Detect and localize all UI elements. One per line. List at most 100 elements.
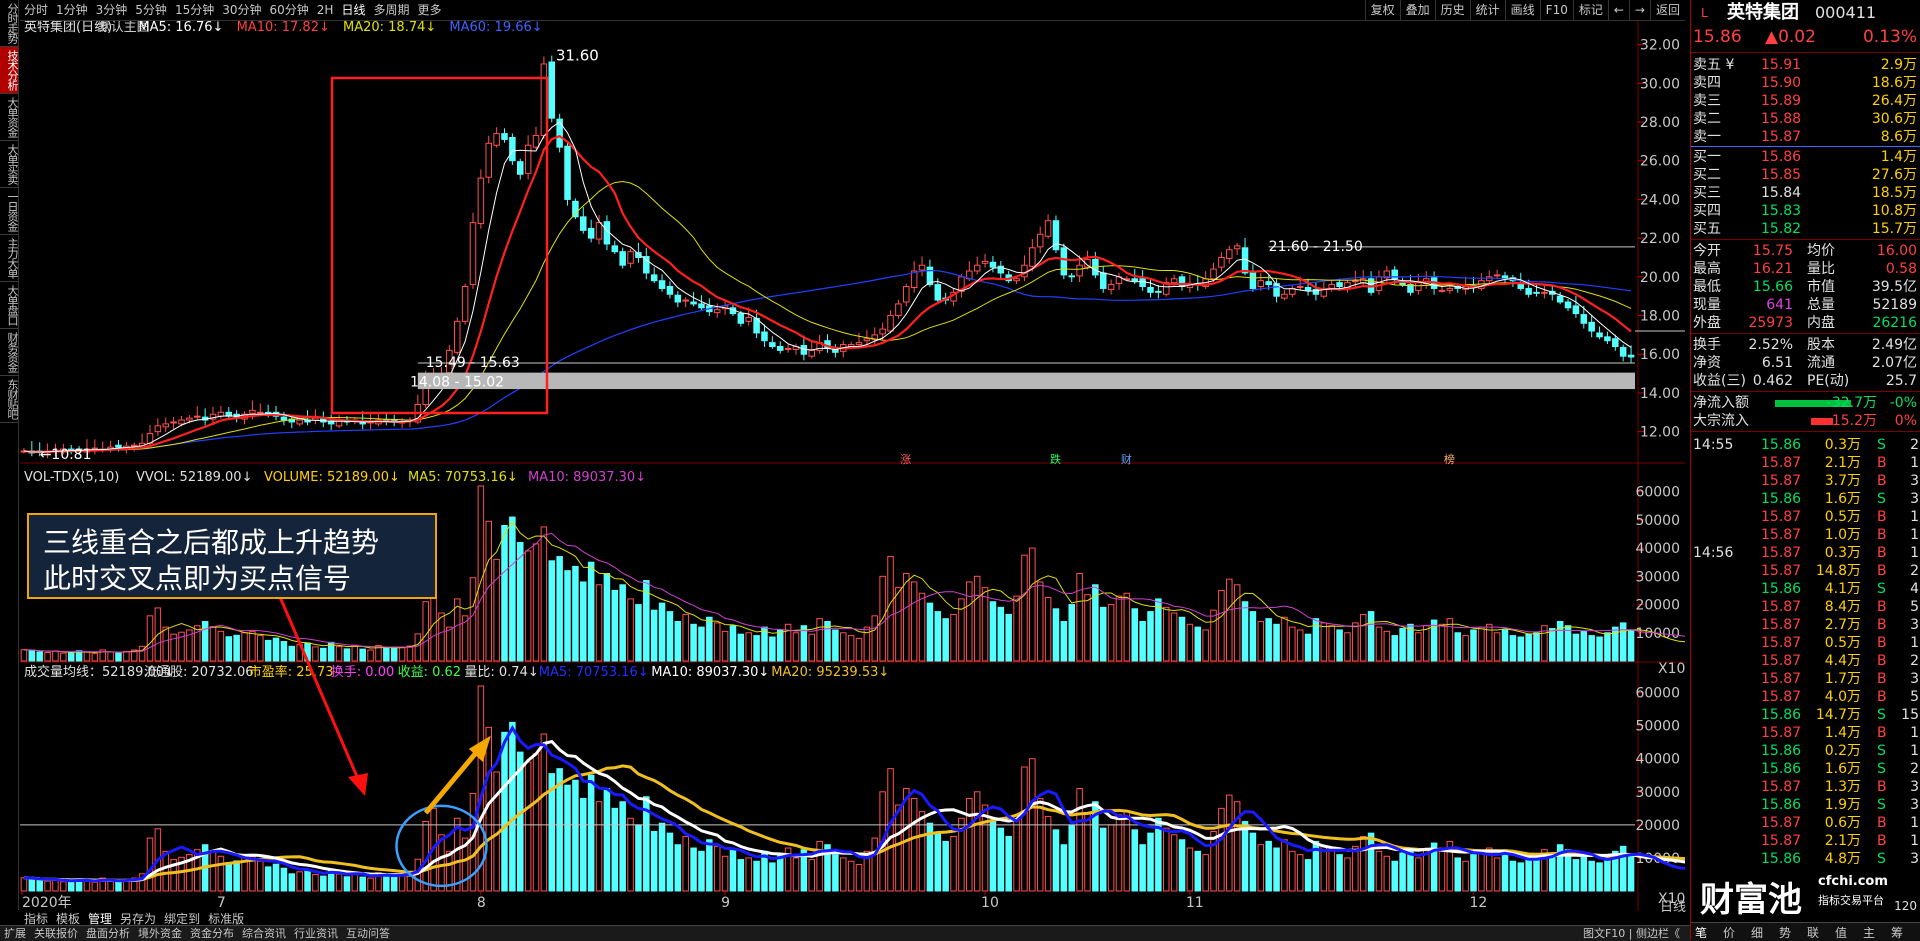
tick-row: 15.87 4.4万 B 2 (1691, 652, 1920, 670)
volume-bar (1525, 633, 1532, 662)
left-tab-6[interactable]: 大单盘口 (0, 282, 19, 329)
status-item-3[interactable]: 境外资金 (134, 926, 186, 941)
period-tab-10[interactable]: 更多 (413, 0, 445, 20)
stat-value: 2.52% (1748, 337, 1793, 353)
toolbar-button-5[interactable]: F10 (1539, 0, 1573, 20)
panel-tab-4[interactable]: 联 (1807, 924, 1819, 941)
panel-tab-0[interactable]: 笔 (1695, 924, 1707, 941)
stock-chart[interactable]: 12.00 14.00 16.00 18.00 20.00 22.00 24.00 26.00… (20, 21, 1685, 911)
period-tab-4[interactable]: 15分钟 (171, 0, 218, 20)
panel-tab-2[interactable]: 细 (1751, 924, 1763, 941)
toolbar-button-6[interactable]: 标记 (1572, 0, 1608, 20)
period-tab-5[interactable]: 30分钟 (218, 0, 265, 20)
volume-bar (1391, 635, 1398, 662)
left-tab-2[interactable]: 大单资金 (0, 94, 19, 141)
cjl-volume-bar (509, 721, 516, 892)
status-item-2[interactable]: 盘面分析 (82, 926, 134, 941)
volume-bar (666, 611, 674, 662)
volume-bar (942, 618, 949, 662)
panel-tab-7[interactable]: 筹 (1891, 924, 1903, 941)
left-tab-3[interactable]: 大单买卖 (0, 141, 19, 188)
tick-side: B (1877, 833, 1887, 849)
period-tab-1[interactable]: 1分钟 (52, 0, 92, 20)
nav-button-2[interactable]: 返回 (1649, 0, 1685, 20)
volume-bar (469, 577, 477, 662)
period-tab-7[interactable]: 2H (313, 0, 338, 20)
volume-bar (1556, 620, 1564, 662)
volume-bar (91, 653, 99, 662)
toolbar-button-2[interactable]: 历史 (1434, 0, 1470, 20)
left-tab-1[interactable]: 技术分析 (0, 47, 19, 94)
tick-row: 15.87 0.5万 B 1 (1691, 508, 1920, 526)
cjl-volume-bar (769, 862, 776, 892)
toolbar-button-3[interactable]: 统计 (1469, 0, 1505, 20)
volume-bar (753, 635, 760, 662)
left-tab-4[interactable]: 一日资金 (0, 188, 19, 235)
panel-tab-3[interactable]: 势 (1779, 924, 1791, 941)
status-item-5[interactable]: 综合资讯 (238, 926, 290, 941)
tick-row: 14:55 15.86 0.3万 S 2 (1691, 436, 1920, 454)
status-item-7[interactable]: 互动问答 (342, 926, 394, 941)
tick-volume: 1.0万 (1824, 527, 1861, 543)
panel-tab-1[interactable]: 价 (1723, 924, 1735, 941)
status-item-1[interactable]: 关联报价 (30, 926, 82, 941)
last-price: 15.86 (1693, 27, 1742, 47)
toolbar-button-4[interactable]: 画线 (1504, 0, 1540, 20)
bid-row: 买三 15.84 18.5万 (1691, 184, 1920, 202)
tick-volume: 2.1万 (1824, 833, 1861, 849)
status-item-0[interactable]: 扩展 (0, 926, 30, 941)
period-tab-8[interactable]: 日线 (337, 0, 369, 20)
cjl-volume-bar (540, 733, 548, 892)
tick-side: S (1877, 707, 1886, 723)
candle (1627, 354, 1635, 358)
left-tab-8[interactable]: 东财贴吧 (0, 376, 19, 423)
period-label[interactable]: 日线 (1660, 896, 1686, 915)
cjl-volume-bar (1044, 816, 1052, 892)
stat-row: 最低 15.66 市值 39.5亿 (1691, 278, 1920, 296)
callout-line-1: 三线重合之后都成上升趋势 (43, 526, 380, 559)
candle (1588, 321, 1595, 332)
period-tab-0[interactable]: 分时 (20, 0, 52, 20)
period-tab-3[interactable]: 5分钟 (131, 0, 171, 20)
volume-bar (359, 648, 366, 662)
left-tab-7[interactable]: 财务资金 (0, 329, 19, 376)
candle (1604, 336, 1611, 342)
volume-bar (1257, 620, 1265, 662)
period-tab-2[interactable]: 3分钟 (92, 0, 132, 20)
cjl-volume-bar (1036, 797, 1044, 892)
candle (973, 264, 981, 272)
period-tab-9[interactable]: 多周期 (369, 0, 413, 20)
panel-tab-5[interactable]: 值 (1835, 924, 1847, 941)
status-item-6[interactable]: 行业资讯 (290, 926, 342, 941)
volume-bar (406, 645, 414, 662)
tick-row: 15.87 1.7万 B 3 (1691, 670, 1920, 688)
nav-button-0[interactable]: ← (1607, 0, 1629, 20)
left-tab-5[interactable]: 主力大单 (0, 235, 19, 282)
tick-row: 15.87 4.0万 B 5 (1691, 688, 1920, 706)
cjl-volume-bar (1021, 766, 1028, 892)
left-tab-0[interactable]: 分时走势 (0, 0, 19, 47)
cjl-volume-bar (1359, 835, 1367, 892)
volume-bar (390, 646, 398, 662)
candle (808, 349, 816, 357)
cjl-volume-bar (115, 881, 122, 892)
cjl-volume-bar (1170, 834, 1178, 892)
ask-volume: 26.4万 (1871, 93, 1917, 109)
toolbar-button-0[interactable]: 复权 (1364, 0, 1400, 20)
volume-bar (1218, 589, 1225, 662)
stat-label: 外盘 (1693, 315, 1721, 331)
event-mark: 榜 (1444, 452, 1455, 466)
tick-row: 15.86 0.2万 S 1 (1691, 742, 1920, 760)
panel-tab-6[interactable]: 主 (1863, 924, 1875, 941)
status-right[interactable]: 图文F10 | 侧边栏《 (1583, 926, 1680, 941)
cjl-volume-bar (808, 859, 816, 892)
cjl-volume-bar (225, 862, 233, 892)
status-item-4[interactable]: 资金分布 (186, 926, 238, 941)
volume-bar (572, 565, 579, 662)
callout-box: 三线重合之后都成上升趋势 此时交叉点即为买点信号 (27, 513, 437, 599)
nav-button-1[interactable]: → (1628, 0, 1650, 20)
candle (1013, 278, 1020, 282)
stat-label: 市值 (1807, 279, 1835, 295)
toolbar-button-1[interactable]: 叠加 (1399, 0, 1435, 20)
period-tab-6[interactable]: 60分钟 (266, 0, 313, 20)
